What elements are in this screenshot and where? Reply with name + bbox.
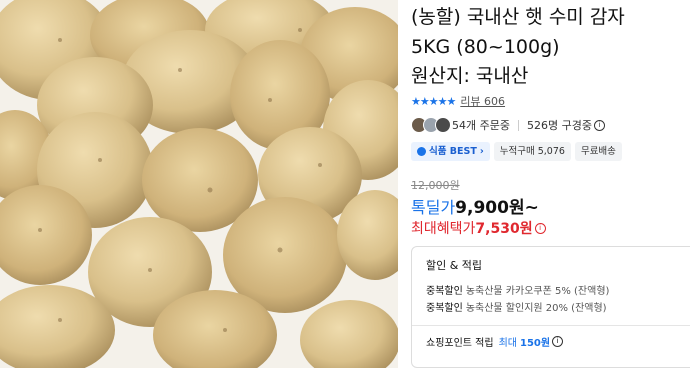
benefit-box: 할인 & 적립 중복할인 농축산물 카카오쿠폰 5% (잔액형) 중복할인 농축산물…: [411, 246, 690, 368]
benefit-label: 중복할인: [426, 286, 463, 297]
social-proof-row: 54개 주문중 526명 구경중 i: [411, 114, 605, 136]
potatoes-illustration: [0, 0, 398, 368]
title-line: 원산지: 국내산: [411, 65, 529, 87]
chevron-right-icon: ›: [479, 146, 484, 157]
benefit-title: 할인 & 적립: [426, 259, 483, 272]
benefit-row: 중복할인 농축산물 할인지원 20% (잔액형): [426, 300, 690, 317]
benefit-text: 농축산물 카카오쿠폰 5% (잔액형): [465, 286, 610, 297]
best-badge[interactable]: 식품 BEST ›: [411, 142, 490, 161]
shopping-point-label: 쇼핑포인트 적립: [426, 338, 494, 349]
max-benefit-label: 최대혜택가: [411, 221, 476, 237]
avatar-group: [411, 117, 451, 133]
info-icon[interactable]: i: [593, 119, 605, 131]
tag-label: 식품 BEST: [429, 146, 477, 157]
avatar: [435, 117, 451, 133]
divider: [412, 325, 690, 326]
deal-price-value: 9,900원~: [455, 198, 539, 218]
shopping-point-amount: 150원: [520, 338, 551, 349]
shopping-point-row: 쇼핑포인트 적립 최대 150원 i: [426, 334, 690, 349]
free-shipping-tag: 무료배송: [574, 142, 622, 161]
deal-price-row: 톡딜가 9,900원~: [411, 193, 539, 218]
title-line: (농할) 국내산 햇 수미 감자: [411, 6, 625, 28]
orders-count: 54개 주문중: [452, 119, 510, 132]
product-title: (농할) 국내산 햇 수미 감자 5KG (80~100g) 원산지: 국내산: [411, 2, 690, 91]
benefit-label: 중복할인: [426, 303, 463, 314]
benefit-row: 중복할인 농축산물 카카오쿠폰 5% (잔액형): [426, 283, 690, 300]
info-icon[interactable]: i: [552, 336, 564, 347]
rating-row: ★★★★★ 리뷰 606: [411, 92, 505, 110]
tag-label: 무료배송: [580, 146, 616, 157]
max-benefit-price-row: 최대혜택가 7,530원 i: [411, 218, 546, 238]
tag-list: 식품 BEST › 누적구매 5,076 무료배송: [411, 142, 622, 161]
product-info-panel: (농할) 국내산 햇 수미 감자 5KG (80~100g) 원산지: 국내산 …: [411, 0, 690, 368]
review-link[interactable]: 리뷰 606: [460, 93, 505, 109]
best-badge-icon: [417, 147, 426, 156]
cumulative-purchase-tag: 누적구매 5,076: [493, 142, 571, 161]
max-benefit-value: 7,530원: [475, 221, 533, 237]
viewers-count: 526명 구경중: [526, 119, 592, 132]
shopping-point-max-label: 최대: [498, 338, 517, 349]
title-line: 5KG (80~100g): [411, 35, 560, 58]
tag-label: 누적구매 5,076: [499, 146, 565, 157]
star-rating-icon: ★★★★★: [411, 94, 456, 108]
info-icon[interactable]: i: [534, 222, 546, 234]
product-image[interactable]: [0, 0, 398, 368]
benefit-text: 농축산물 할인지원 20% (잔액형): [465, 303, 607, 314]
divider: [517, 119, 519, 131]
original-price: 12,000원: [411, 179, 460, 192]
deal-price-label: 톡딜가: [411, 198, 456, 217]
